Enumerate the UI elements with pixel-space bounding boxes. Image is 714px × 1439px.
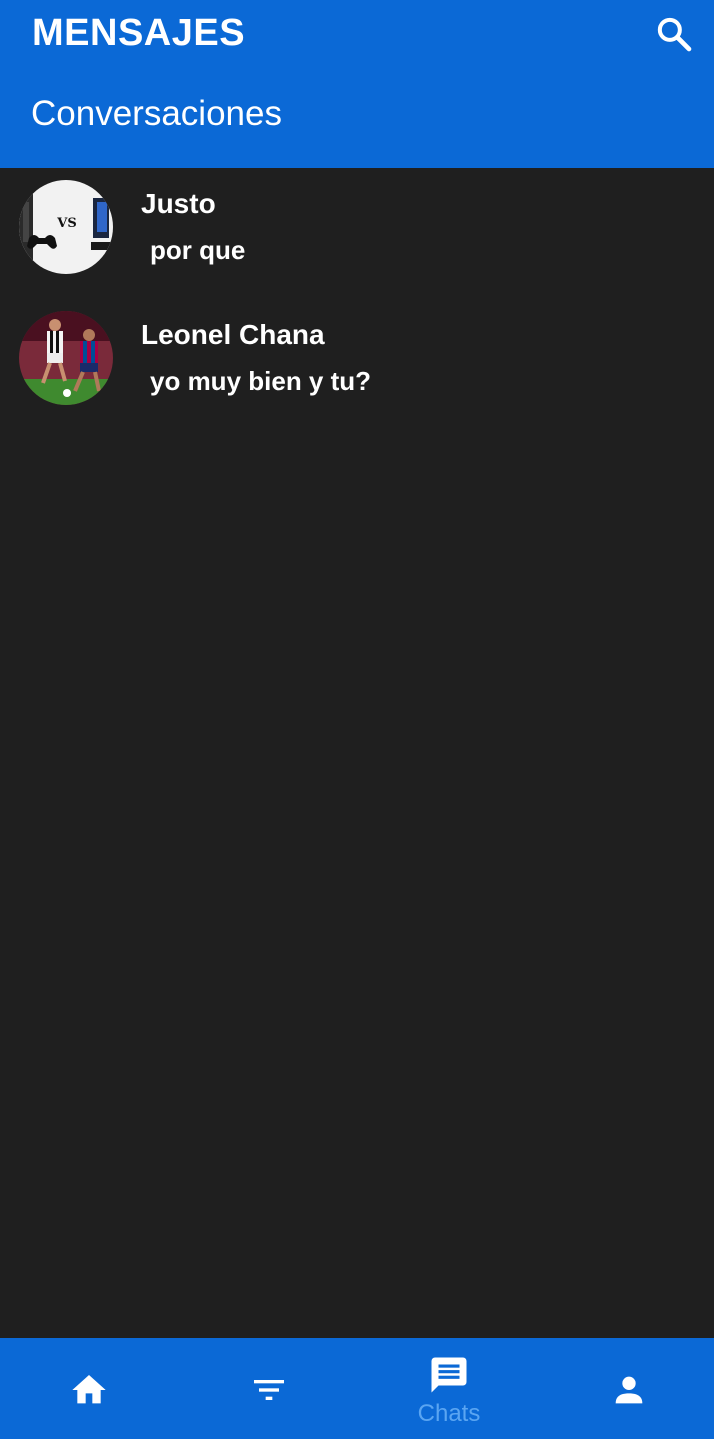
conversation-item[interactable]: Leonel Chana yo muy bien y tu? xyxy=(0,299,714,430)
nav-filter[interactable] xyxy=(209,1338,329,1439)
filter-icon xyxy=(254,1380,284,1400)
search-icon[interactable] xyxy=(654,14,694,54)
conversation-list: VS Justo por que Leonel Chana yo muy bie… xyxy=(0,168,714,430)
contact-name: Leonel Chana xyxy=(141,319,325,350)
app-header: MENSAJES Conversaciones xyxy=(0,0,714,168)
avatar xyxy=(19,311,113,405)
last-message: por que xyxy=(150,235,246,265)
vs-text: VS xyxy=(56,216,76,231)
nav-profile[interactable] xyxy=(569,1338,689,1439)
football-players-avatar xyxy=(19,311,113,405)
console-vs-pc-avatar: VS xyxy=(19,180,113,274)
section-subtitle: Conversaciones xyxy=(31,94,282,133)
conversation-item[interactable]: VS Justo por que xyxy=(0,168,714,299)
nav-home[interactable] xyxy=(29,1338,149,1439)
contact-name: Justo xyxy=(141,188,216,219)
bottom-nav: Chats xyxy=(0,1338,714,1439)
home-icon xyxy=(72,1375,106,1404)
person-icon xyxy=(615,1376,643,1404)
last-message: yo muy bien y tu? xyxy=(150,366,372,396)
avatar: VS xyxy=(19,180,113,274)
page-title: MENSAJES xyxy=(32,12,246,54)
chat-icon xyxy=(431,1357,467,1393)
nav-chats[interactable]: Chats xyxy=(389,1338,509,1439)
app-root: MENSAJES Conversaciones VS Justo por que… xyxy=(0,0,714,1439)
nav-chats-label: Chats xyxy=(417,1400,481,1427)
